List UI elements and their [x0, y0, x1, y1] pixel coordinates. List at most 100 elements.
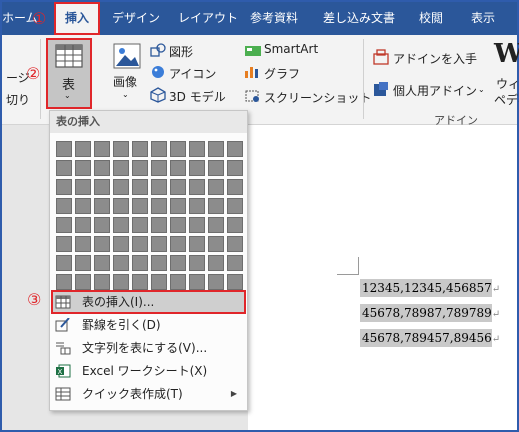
table-grid-cell[interactable] — [94, 160, 110, 176]
table-grid-cell[interactable] — [132, 141, 148, 157]
image-button[interactable]: 画像 — [113, 73, 137, 90]
table-grid-cell[interactable] — [170, 236, 186, 252]
table-grid-cell[interactable] — [75, 217, 91, 233]
table-grid-cell[interactable] — [170, 274, 186, 290]
smartart-button[interactable]: SmartArt — [264, 42, 318, 56]
table-grid-cell[interactable] — [94, 236, 110, 252]
menu-convert-text[interactable]: 文字列を表にする(V)... — [52, 337, 245, 359]
table-grid-cell[interactable] — [189, 141, 205, 157]
table-grid-cell[interactable] — [94, 179, 110, 195]
screenshot-button[interactable]: スクリーンショット — [264, 89, 371, 106]
table-grid-cell[interactable] — [113, 160, 129, 176]
table-grid-cell[interactable] — [132, 217, 148, 233]
model3d-button[interactable]: 3D モデル — [169, 88, 226, 105]
menu-insert-table[interactable]: 表の挿入(I)... — [51, 290, 246, 314]
table-grid-cell[interactable] — [56, 198, 72, 214]
table-grid-cell[interactable] — [170, 141, 186, 157]
table-grid-cell[interactable] — [170, 179, 186, 195]
table-grid-cell[interactable] — [189, 217, 205, 233]
table-grid-cell[interactable] — [75, 236, 91, 252]
table-grid-cell[interactable] — [208, 236, 224, 252]
table-grid-cell[interactable] — [75, 179, 91, 195]
tab-review[interactable]: 校閲 — [419, 2, 443, 35]
table-grid-cell[interactable] — [94, 274, 110, 290]
wikipedia-button[interactable]: ウィキ — [496, 75, 519, 92]
table-grid-cell[interactable] — [56, 141, 72, 157]
table-grid-cell[interactable] — [94, 255, 110, 271]
table-grid-cell[interactable] — [151, 179, 167, 195]
table-grid-cell[interactable] — [75, 255, 91, 271]
table-grid-cell[interactable] — [170, 217, 186, 233]
table-grid-cell[interactable] — [170, 198, 186, 214]
table-grid-cell[interactable] — [132, 160, 148, 176]
table-grid-cell[interactable] — [227, 255, 243, 271]
icons-button[interactable]: アイコン — [169, 65, 216, 82]
table-grid-cell[interactable] — [208, 160, 224, 176]
table-grid-cell[interactable] — [227, 179, 243, 195]
table-grid-cell[interactable] — [113, 255, 129, 271]
table-grid-cell[interactable] — [132, 274, 148, 290]
table-grid-cell[interactable] — [151, 236, 167, 252]
tab-insert[interactable]: 挿入 — [54, 2, 100, 35]
table-grid-cell[interactable] — [208, 198, 224, 214]
get-addins-button[interactable]: アドインを入手 — [393, 50, 477, 67]
table-grid-cell[interactable] — [56, 274, 72, 290]
table-grid-cell[interactable] — [113, 274, 129, 290]
tab-mailings[interactable]: 差し込み文書 — [323, 2, 395, 35]
table-button[interactable]: 表 ⌄ — [46, 38, 92, 109]
table-size-grid[interactable] — [56, 141, 243, 290]
menu-draw-table[interactable]: 罫線を引く(D) — [52, 314, 245, 336]
table-grid-cell[interactable] — [208, 274, 224, 290]
table-grid-cell[interactable] — [151, 217, 167, 233]
table-grid-cell[interactable] — [227, 141, 243, 157]
personal-addins-button[interactable]: 個人用アドイン — [393, 82, 477, 99]
table-grid-cell[interactable] — [75, 274, 91, 290]
graph-button[interactable]: グラフ — [264, 65, 300, 82]
table-grid-cell[interactable] — [113, 198, 129, 214]
tab-layout[interactable]: レイアウト — [178, 2, 238, 35]
table-grid-cell[interactable] — [75, 141, 91, 157]
table-grid-cell[interactable] — [227, 217, 243, 233]
tab-design[interactable]: デザイン — [112, 2, 160, 35]
table-grid-cell[interactable] — [189, 274, 205, 290]
table-grid-cell[interactable] — [208, 141, 224, 157]
table-grid-cell[interactable] — [132, 179, 148, 195]
table-grid-cell[interactable] — [151, 274, 167, 290]
table-grid-cell[interactable] — [56, 217, 72, 233]
table-grid-cell[interactable] — [189, 236, 205, 252]
table-grid-cell[interactable] — [132, 236, 148, 252]
table-grid-cell[interactable] — [227, 198, 243, 214]
document-line-1[interactable]: 12345,12345,456857↵ — [360, 277, 500, 299]
table-grid-cell[interactable] — [94, 141, 110, 157]
table-grid-cell[interactable] — [94, 198, 110, 214]
table-grid-cell[interactable] — [113, 141, 129, 157]
document-line-2[interactable]: 45678,78987,789789↵ — [360, 302, 500, 324]
table-grid-cell[interactable] — [113, 236, 129, 252]
table-grid-cell[interactable] — [208, 255, 224, 271]
table-grid-cell[interactable] — [132, 198, 148, 214]
table-grid-cell[interactable] — [151, 160, 167, 176]
table-grid-cell[interactable] — [151, 198, 167, 214]
table-grid-cell[interactable] — [75, 198, 91, 214]
table-grid-cell[interactable] — [56, 255, 72, 271]
table-grid-cell[interactable] — [151, 141, 167, 157]
table-grid-cell[interactable] — [113, 217, 129, 233]
table-grid-cell[interactable] — [113, 179, 129, 195]
table-grid-cell[interactable] — [227, 236, 243, 252]
table-grid-cell[interactable] — [56, 179, 72, 195]
table-grid-cell[interactable] — [170, 160, 186, 176]
table-grid-cell[interactable] — [189, 255, 205, 271]
menu-quick-tables[interactable]: クイック表作成(T) ▶ — [52, 383, 245, 405]
table-grid-cell[interactable] — [170, 255, 186, 271]
document-line-3[interactable]: 45678,789457,89456↵ — [360, 327, 500, 349]
table-grid-cell[interactable] — [189, 160, 205, 176]
table-grid-cell[interactable] — [132, 255, 148, 271]
shapes-button[interactable]: 図形 — [169, 43, 193, 60]
table-grid-cell[interactable] — [227, 160, 243, 176]
table-grid-cell[interactable] — [56, 236, 72, 252]
table-grid-cell[interactable] — [189, 179, 205, 195]
tab-view[interactable]: 表示 — [471, 2, 495, 35]
table-grid-cell[interactable] — [227, 274, 243, 290]
table-grid-cell[interactable] — [56, 160, 72, 176]
table-grid-cell[interactable] — [75, 160, 91, 176]
